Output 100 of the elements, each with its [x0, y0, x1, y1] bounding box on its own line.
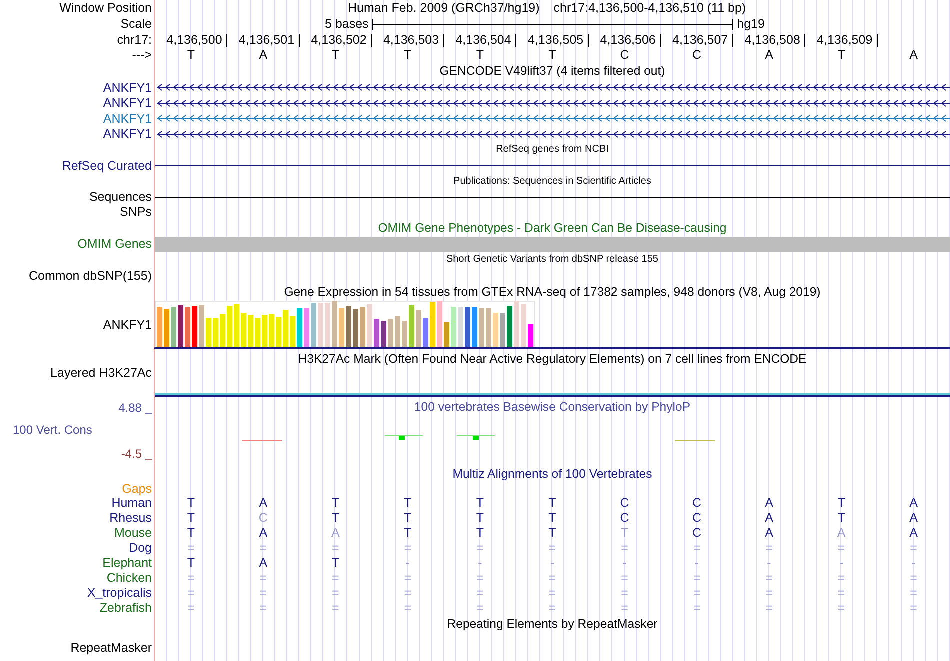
gene-label[interactable]: ANKFY1 [103, 112, 152, 125]
base-letter: T [403, 512, 413, 525]
base-letter: = [476, 572, 485, 585]
base-letter: T [548, 497, 558, 510]
track-title: Gene Expression in 54 tissues from GTEx RNA-seq of 17382 samples, 948 donors (V8, Aug 2019) [284, 286, 821, 299]
base-letter: = [476, 587, 485, 600]
track-label: Layered H3K27Ac [50, 366, 152, 380]
base-letter: = [186, 602, 196, 615]
base-letter: T [186, 49, 196, 62]
base-letter: T [475, 512, 486, 525]
species-label: Chicken [106, 572, 152, 585]
base-letter: T [186, 557, 196, 570]
base-letter: T [403, 49, 413, 62]
base-letter: = [836, 572, 846, 585]
base-letter: = [331, 602, 340, 615]
base-letter: T [186, 497, 196, 510]
base-letter: = [403, 587, 413, 600]
base-letter: T [548, 49, 558, 62]
base-letter: = [836, 587, 846, 600]
base-letter: - [838, 557, 845, 570]
assembly-title: Human Feb. 2009 (GRCh37/hg19) [348, 2, 540, 14]
base-letter: = [764, 572, 774, 585]
base-letter: T [548, 512, 558, 525]
base-letter: = [836, 542, 846, 555]
scale-text: 5 bases [325, 18, 370, 31]
base-letter: T [330, 49, 340, 62]
base-letter: C [691, 527, 702, 540]
base-letter: - [910, 557, 917, 570]
base-letter: A [258, 497, 269, 510]
base-letter: - [549, 557, 556, 570]
base-letter: T [186, 527, 196, 540]
position-label: 4,136,504 [456, 34, 516, 47]
species-label: Mouse [114, 527, 152, 540]
base-letter: = [692, 602, 702, 615]
base-letter: = [909, 572, 918, 585]
species-label: Elephant [102, 557, 152, 570]
strand-label: ---> [132, 49, 152, 62]
base-letter: = [186, 572, 196, 585]
gene-label[interactable]: ANKFY1 [103, 97, 152, 110]
base-letter: = [258, 572, 268, 585]
position-label: 4,136,505 [528, 34, 589, 47]
base-letter: = [331, 542, 340, 555]
base-letter: T [836, 512, 846, 525]
base-letter: = [548, 542, 558, 555]
base-letter: = [476, 602, 485, 615]
species-label: Dog [129, 542, 152, 555]
species-label: Rhesus [110, 512, 152, 525]
base-letter: = [620, 587, 630, 600]
base-letter: = [331, 572, 340, 585]
base-letter: T [330, 497, 340, 510]
base-letter: T [403, 497, 413, 510]
gaps-label: Gaps [122, 483, 152, 496]
base-letter: T [330, 557, 340, 570]
track-label: Sequences [89, 191, 152, 204]
position-label: 4,136,501 [238, 34, 300, 47]
base-letter: = [620, 602, 630, 615]
track-label: RepeatMasker [70, 642, 152, 654]
base-letter: = [403, 602, 413, 615]
base-letter: A [258, 557, 269, 570]
base-letter: A [908, 527, 919, 540]
track-label: RefSeq Curated [62, 160, 152, 172]
base-letter: A [764, 497, 774, 510]
base-letter: T [475, 497, 486, 510]
base-letter: = [476, 542, 485, 555]
base-letter: = [258, 542, 268, 555]
axis-min-label: -4.5 _ [120, 448, 154, 460]
base-letter: = [764, 602, 774, 615]
base-letter: = [764, 542, 774, 555]
base-letter: C [691, 512, 702, 525]
track-label: Window Position [60, 2, 152, 14]
base-letter: = [692, 587, 702, 600]
base-letter: T [186, 512, 196, 525]
base-letter: = [403, 542, 413, 555]
gene-label[interactable]: ANKFY1 [103, 128, 152, 140]
axis-max-label: 4.88 _ [118, 402, 154, 414]
base-letter: = [836, 602, 846, 615]
base-letter: A [258, 49, 269, 62]
track-label: OMIM Genes [78, 238, 152, 251]
base-letter: T [330, 512, 340, 525]
position-label: 4,136,507 [672, 34, 734, 47]
base-letter: = [909, 602, 918, 615]
track-title: Publications: Sequences in Scientific Articles [454, 176, 652, 186]
base-letter: A [836, 527, 847, 540]
base-letter: C [691, 497, 702, 510]
base-letter: A [764, 512, 774, 525]
base-letter: = [620, 542, 630, 555]
base-letter: = [548, 572, 558, 585]
base-letter: = [186, 587, 196, 600]
base-letter: A [258, 527, 269, 540]
track-title: RefSeq genes from NCBI [496, 145, 609, 155]
base-letter: A [764, 49, 774, 62]
gene-label[interactable]: ANKFY1 [103, 82, 152, 94]
position-label: 4,136,503 [383, 34, 444, 47]
base-letter: = [331, 587, 340, 600]
base-letter: A [908, 512, 919, 525]
scale-assembly: hg19 [736, 18, 766, 31]
species-label: Human [112, 497, 152, 510]
track-title: H3K27Ac Mark (Often Found Near Active Regulatory Elements) on 7 cell lines from ENCODE [298, 351, 807, 367]
base-letter: - [694, 557, 700, 570]
base-letter: T [475, 527, 486, 540]
